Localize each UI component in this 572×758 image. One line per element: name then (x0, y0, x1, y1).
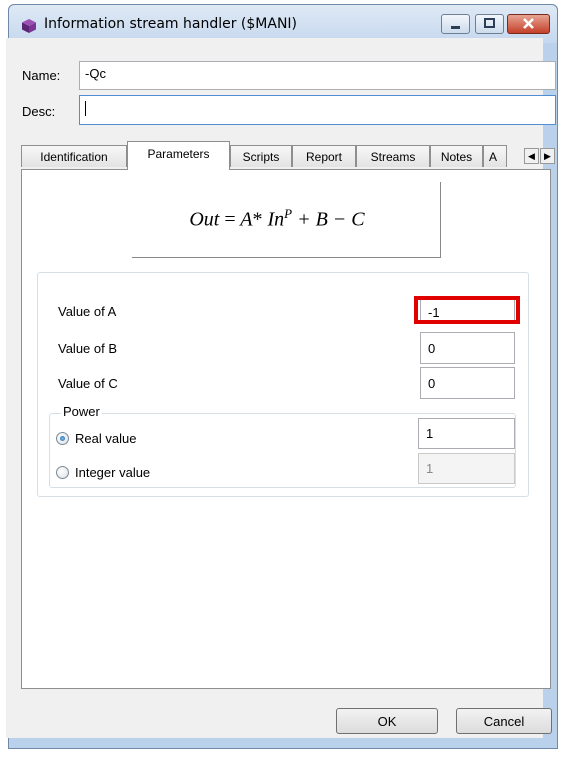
power-group-label: Power (61, 404, 102, 419)
highlight-box (414, 296, 520, 324)
tab-a-partial[interactable]: A (483, 145, 507, 167)
value-b-field[interactable]: 0 (420, 332, 515, 364)
desc-field[interactable] (79, 95, 556, 125)
minimize-icon (451, 26, 460, 29)
tab-parameters[interactable]: Parameters (127, 141, 230, 170)
chevron-left-icon: ◀ (528, 151, 535, 161)
minimize-button[interactable] (441, 14, 470, 34)
formula-in: In (267, 208, 285, 231)
integer-value-label[interactable]: Integer value (75, 465, 150, 480)
formula-rest: + B − C (297, 208, 365, 231)
tab-scroll-right-button[interactable]: ▶ (540, 148, 555, 164)
real-value-label[interactable]: Real value (75, 431, 136, 446)
formula-a: A (240, 208, 253, 231)
maximize-button[interactable] (475, 14, 504, 34)
text-cursor (85, 101, 86, 117)
name-label: Name: (22, 68, 61, 83)
value-b-label: Value of B (58, 341, 118, 356)
cancel-button[interactable]: Cancel (456, 708, 552, 734)
value-c-field[interactable]: 0 (420, 367, 515, 399)
formula-lhs: Out (189, 208, 220, 231)
tab-scroll-left-button[interactable]: ◀ (524, 148, 539, 164)
tab-identification[interactable]: Identification (21, 145, 127, 167)
formula: Out = A* InP + B − C (132, 206, 422, 232)
real-value-radio[interactable] (56, 432, 69, 445)
tab-notes[interactable]: Notes (430, 145, 483, 167)
maximize-icon (484, 18, 495, 28)
close-button[interactable] (507, 14, 550, 34)
close-icon (523, 18, 534, 29)
formula-box: Out = A* InP + B − C (132, 182, 441, 258)
cube-icon (22, 19, 36, 33)
formula-equals: = (224, 208, 236, 231)
chevron-right-icon: ▶ (544, 151, 551, 161)
formula-exponent: P (284, 206, 293, 221)
desc-label: Desc: (22, 104, 56, 119)
value-a-label: Value of A (58, 304, 117, 319)
formula-star: * (252, 208, 263, 231)
integer-value-radio[interactable] (56, 466, 69, 479)
window-title: Information stream handler ($MANI) (44, 16, 298, 32)
tab-scripts[interactable]: Scripts (230, 145, 292, 167)
integer-value-field: 1 (418, 453, 515, 484)
ok-button[interactable]: OK (336, 708, 438, 734)
tab-streams[interactable]: Streams (356, 145, 430, 167)
tab-report[interactable]: Report (292, 145, 356, 167)
value-c-label: Value of C (58, 376, 118, 391)
name-field[interactable]: -Qc (79, 61, 556, 90)
real-value-field[interactable]: 1 (418, 418, 515, 449)
